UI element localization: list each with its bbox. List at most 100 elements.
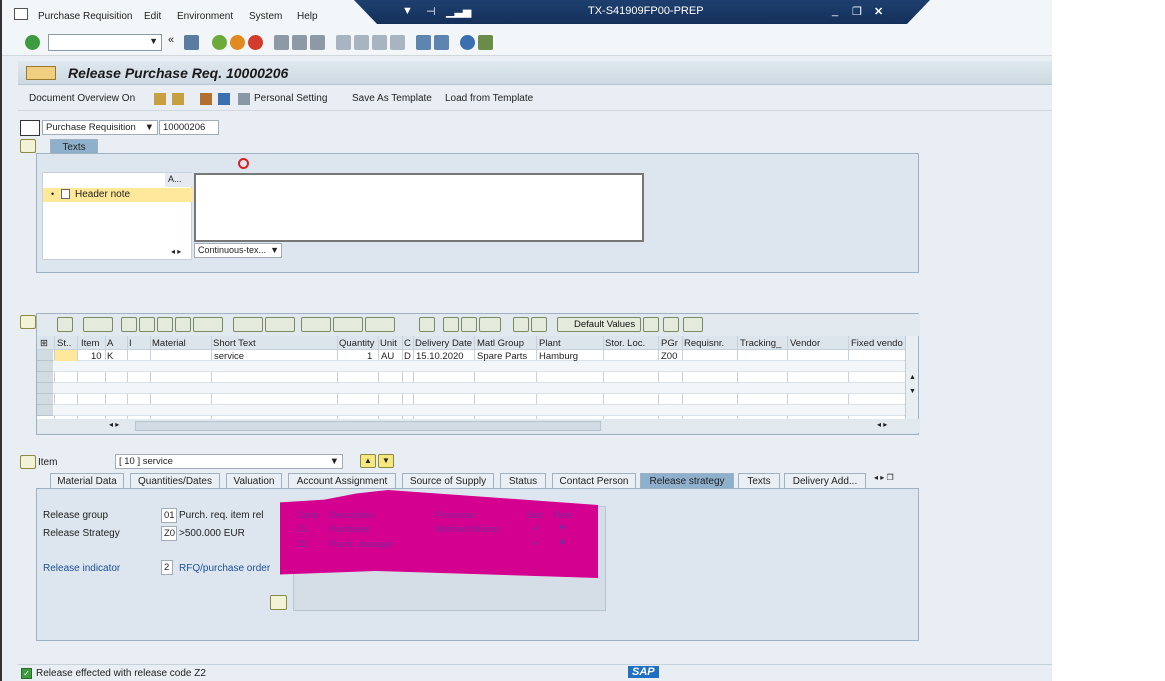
views-icon[interactable] bbox=[333, 317, 363, 332]
previous-page-icon[interactable] bbox=[354, 35, 369, 50]
table-row[interactable] bbox=[37, 383, 905, 394]
menu-system[interactable]: System bbox=[249, 11, 282, 22]
print-grid-icon[interactable] bbox=[301, 317, 331, 332]
messages-icon[interactable] bbox=[200, 93, 212, 105]
table-row[interactable] bbox=[37, 405, 905, 416]
personal-setting-button[interactable]: Personal Setting bbox=[254, 93, 327, 104]
tab-navigation[interactable]: ◂ ▸ ❐ bbox=[874, 473, 918, 487]
table-row[interactable]: 10 K service 1 AU D 15.10.2020 Spare Par… bbox=[37, 350, 905, 362]
document-overview-button[interactable]: Document Overview On bbox=[29, 93, 135, 104]
col-material[interactable]: Material bbox=[152, 338, 186, 349]
grid-more-icon-3[interactable] bbox=[683, 317, 703, 332]
layout-menu-icon[interactable] bbox=[478, 35, 493, 50]
scroll-up-icon[interactable]: ▲ bbox=[909, 374, 916, 381]
check-grid-icon[interactable] bbox=[531, 317, 547, 332]
col-i[interactable]: I bbox=[129, 338, 132, 349]
horizontal-scrollbar[interactable]: ◂ ▸ ◂ ▸ bbox=[37, 419, 920, 433]
col-requisnr[interactable]: Requisnr. bbox=[684, 338, 724, 349]
text-editor[interactable] bbox=[194, 173, 644, 242]
tab-contact-person[interactable]: Contact Person bbox=[552, 473, 636, 489]
hold-icon[interactable] bbox=[154, 93, 166, 105]
close-icon[interactable]: ✕ bbox=[874, 5, 883, 18]
rel-row2-release-icon[interactable]: ⚑ bbox=[558, 538, 566, 549]
rel-row1-release-icon[interactable]: ⚑ bbox=[558, 523, 566, 534]
tree-item-header-note[interactable]: • Header note bbox=[43, 188, 193, 202]
tab-valuation[interactable]: Valuation bbox=[226, 473, 282, 489]
print-icon[interactable] bbox=[274, 35, 289, 50]
sort-descending-icon[interactable] bbox=[139, 317, 155, 332]
table-row[interactable] bbox=[37, 394, 905, 405]
status-message[interactable]: Release effected with release code Z2 bbox=[36, 668, 206, 679]
col-delivery-date[interactable]: Delivery Date bbox=[415, 338, 472, 349]
delete-icon[interactable] bbox=[83, 317, 113, 332]
row-selector[interactable] bbox=[37, 350, 53, 361]
paste-icon[interactable] bbox=[461, 317, 477, 332]
details-icon[interactable] bbox=[57, 317, 73, 332]
back-chevron-icon[interactable]: « bbox=[168, 34, 183, 49]
export-icon[interactable] bbox=[365, 317, 395, 332]
document-type-select[interactable]: Purchase Requisition ▼ bbox=[42, 120, 158, 135]
tab-status[interactable]: Status bbox=[500, 473, 546, 489]
pin-icon[interactable]: ⊣ bbox=[426, 5, 436, 18]
find-next-grid-icon[interactable] bbox=[175, 317, 191, 332]
tab-quantities-dates[interactable]: Quantities/Dates bbox=[130, 473, 220, 489]
find-grid-icon[interactable] bbox=[157, 317, 173, 332]
table-row[interactable] bbox=[37, 361, 905, 372]
menu-edit[interactable]: Edit bbox=[144, 11, 161, 22]
restore-icon[interactable]: ❐ bbox=[852, 5, 862, 18]
tab-account-assignment[interactable]: Account Assignment bbox=[288, 473, 396, 489]
save-as-template-button[interactable]: Save As Template bbox=[352, 93, 432, 104]
release-indicator-label[interactable]: Release indicator bbox=[43, 563, 120, 574]
scroll-right-icon[interactable]: ◂ ▸ bbox=[877, 420, 887, 429]
col-plant[interactable]: Plant bbox=[539, 338, 561, 349]
sum-icon[interactable] bbox=[233, 317, 263, 332]
col-quantity[interactable]: Quantity bbox=[339, 338, 374, 349]
subtotal-icon[interactable] bbox=[265, 317, 295, 332]
next-page-icon[interactable] bbox=[372, 35, 387, 50]
exit-menu-icon[interactable] bbox=[14, 8, 28, 20]
col-pgr[interactable]: PGr bbox=[661, 338, 678, 349]
tab-release-strategy[interactable]: Release strategy bbox=[640, 473, 734, 489]
col-matl-group[interactable]: Matl Group bbox=[477, 338, 524, 349]
collapse-items-button[interactable] bbox=[20, 315, 36, 329]
next-item-button[interactable]: ▼ bbox=[378, 454, 394, 468]
default-values-button[interactable]: Default Values bbox=[557, 317, 641, 332]
tab-delivery-address[interactable]: Delivery Add... bbox=[784, 473, 866, 489]
release-indicator-value[interactable]: RFQ/purchase order bbox=[179, 563, 270, 574]
customize-icon[interactable]: ▼ bbox=[402, 5, 413, 17]
cancel-icon[interactable] bbox=[248, 35, 263, 50]
menu-help[interactable]: Help bbox=[297, 11, 318, 22]
document-number-field[interactable]: 10000206 bbox=[159, 120, 219, 135]
new-session-icon[interactable] bbox=[416, 35, 431, 50]
col-item[interactable]: Item bbox=[81, 338, 99, 349]
col-tracking[interactable]: Tracking_ bbox=[740, 338, 781, 349]
col-fixed-vendor[interactable]: Fixed vendo bbox=[851, 338, 903, 349]
scroll-left-icon[interactable]: ◂ ▸ bbox=[109, 420, 119, 429]
text-format-select[interactable]: Continuous-tex... ▼ bbox=[194, 243, 282, 258]
info-icon[interactable] bbox=[218, 93, 230, 105]
previous-item-button[interactable]: ▲ bbox=[360, 454, 376, 468]
col-c[interactable]: C bbox=[404, 338, 411, 349]
shortcut-icon[interactable] bbox=[434, 35, 449, 50]
load-from-template-button[interactable]: Load from Template bbox=[445, 93, 533, 104]
copy-icon[interactable] bbox=[443, 317, 459, 332]
collapse-item-detail-button[interactable] bbox=[20, 455, 36, 469]
find-next-icon[interactable] bbox=[310, 35, 325, 50]
col-stor-loc[interactable]: Stor. Loc. bbox=[605, 338, 645, 349]
select-all-icon[interactable]: ⊞ bbox=[40, 338, 48, 349]
grid-more-icon-2[interactable] bbox=[663, 317, 679, 332]
first-page-icon[interactable] bbox=[336, 35, 351, 50]
insert-row-icon[interactable] bbox=[479, 317, 501, 332]
item-select[interactable]: [ 10 ] service ▼ bbox=[115, 454, 343, 469]
collapse-header-button[interactable] bbox=[20, 139, 36, 153]
menu-environment[interactable]: Environment bbox=[177, 11, 233, 22]
info-grid-icon[interactable] bbox=[419, 317, 435, 332]
tree-scroll-arrows[interactable]: ◂ ▸ bbox=[171, 247, 181, 256]
scroll-thumb[interactable] bbox=[135, 421, 601, 431]
sort-ascending-icon[interactable] bbox=[121, 317, 137, 332]
filter-icon[interactable] bbox=[193, 317, 223, 332]
tab-texts-item[interactable]: Texts bbox=[738, 473, 780, 489]
tab-source-of-supply[interactable]: Source of Supply bbox=[402, 473, 494, 489]
vertical-scrollbar[interactable]: ▲ ▼ bbox=[905, 336, 918, 419]
command-field[interactable]: ▼ bbox=[48, 34, 162, 51]
